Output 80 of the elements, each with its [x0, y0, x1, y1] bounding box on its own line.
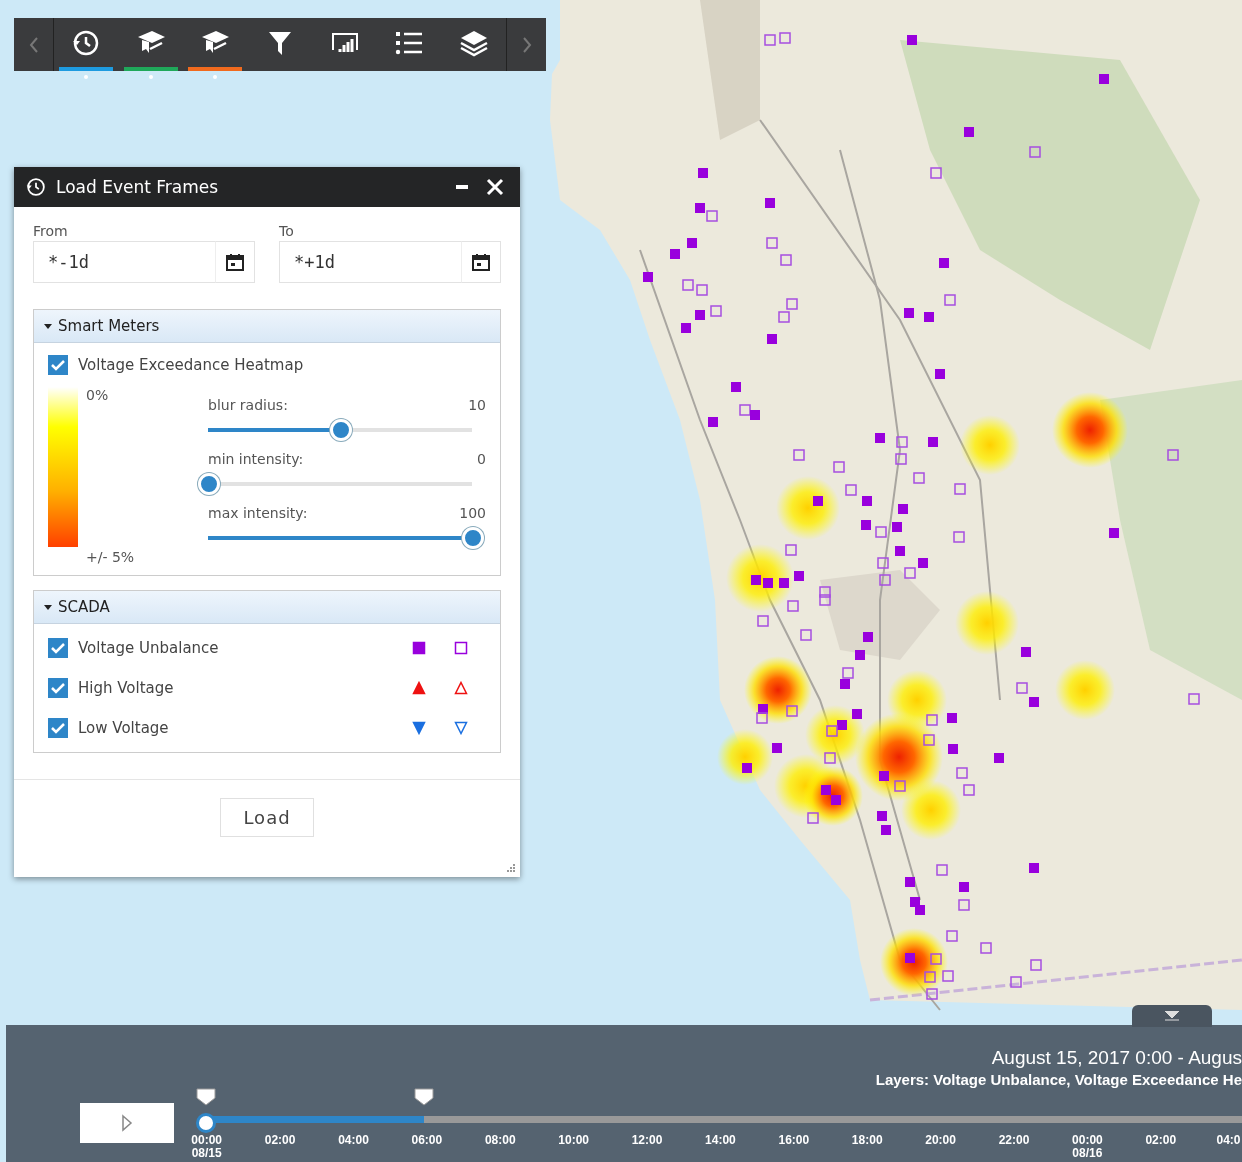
filter-icon: [267, 29, 292, 56]
tick-label: 22:00: [998, 1134, 1030, 1147]
slider-label: min intensity:: [208, 451, 304, 467]
tick-label: 02:00: [1145, 1134, 1177, 1147]
tick-label: 00:00: [191, 1134, 223, 1147]
slider-label: max intensity:: [208, 505, 308, 521]
resize-grip-icon[interactable]: [506, 863, 516, 873]
checkbox[interactable]: [48, 638, 68, 658]
heatmap-spot: [880, 928, 948, 996]
time-range-title: August 15, 2017 0:00 - Augus: [991, 1047, 1242, 1069]
slider-label: blur radius:: [208, 397, 288, 413]
collapse-button[interactable]: [1132, 1005, 1212, 1027]
caret-down-icon: [1165, 1011, 1179, 1021]
checkbox[interactable]: [48, 355, 68, 375]
slider-thumb[interactable]: [198, 473, 220, 495]
legend-label: +/- 5%: [86, 549, 135, 565]
tick-label: 10:00: [558, 1134, 589, 1147]
map-markers-drawing[interactable]: [643, 32, 1200, 1000]
play-icon: [121, 1114, 133, 1132]
calendar-button[interactable]: [215, 241, 255, 283]
time-slider-thumb[interactable]: [196, 1113, 216, 1133]
indicator-dot: [213, 75, 218, 79]
load-button[interactable]: Load: [220, 798, 314, 837]
checkbox-label: Voltage Unbalance: [78, 639, 220, 657]
list-icon: [394, 29, 425, 56]
caret-icon[interactable]: [44, 604, 52, 610]
indicator-dot: [148, 75, 153, 79]
checkbox-label: High Voltage: [78, 679, 175, 697]
heatmap-spot: [960, 415, 1020, 475]
tick-label: 00:00: [1072, 1134, 1103, 1147]
tick-date: 08/16: [1072, 1147, 1103, 1160]
date-field[interactable]: *-1d: [33, 241, 215, 283]
tick-label: 14:00: [705, 1134, 736, 1147]
chevron-right-icon: [521, 35, 532, 54]
slider-value: 10: [468, 397, 486, 413]
field-label: To: [279, 223, 295, 239]
section-title: SCADA: [58, 598, 110, 616]
section-header[interactable]: Smart Meters: [34, 310, 500, 343]
panel-title: Load Event Frames: [56, 177, 220, 197]
tick-label: 06:00: [411, 1134, 443, 1147]
section-header[interactable]: SCADA: [34, 591, 500, 624]
tick-label: 04:0: [1216, 1134, 1241, 1147]
slider-value: 100: [459, 505, 486, 521]
heatmap-spot: [717, 729, 773, 785]
checkbox[interactable]: [48, 718, 68, 738]
calendar-button[interactable]: [461, 241, 501, 283]
heatmap-spot: [776, 476, 840, 540]
history-icon: [26, 177, 46, 197]
checkbox-label: Low Voltage: [78, 719, 170, 737]
tick-label: 12:00: [631, 1134, 663, 1147]
heatmap-spot: [726, 544, 794, 612]
checkbox[interactable]: [48, 678, 68, 698]
checkbox-label: Voltage Exceedance Heatmap: [78, 356, 304, 374]
tick-label: 16:00: [778, 1134, 810, 1147]
tick-label: 04:00: [338, 1134, 369, 1147]
tick-label: 02:00: [264, 1134, 296, 1147]
date-field[interactable]: *+1d: [279, 241, 461, 283]
tick-label: 18:00: [851, 1134, 883, 1147]
legend-label: 0%: [86, 387, 110, 403]
slider-value: 0: [477, 451, 486, 467]
range-end-handle-icon[interactable]: [413, 1088, 434, 1106]
heatmap-spot: [744, 656, 812, 724]
range-start-handle-icon[interactable]: [196, 1088, 216, 1106]
slider-thumb[interactable]: [330, 419, 352, 441]
history-icon: [72, 28, 101, 57]
tick-date: 08/15: [191, 1147, 222, 1160]
indicator-dot: [84, 75, 89, 79]
heatmap-spot: [955, 591, 1019, 655]
chevron-left-icon: [28, 35, 39, 54]
slider-thumb[interactable]: [462, 527, 484, 549]
field-label: From: [33, 223, 69, 239]
layers-icon: [459, 28, 488, 57]
heatmap-spot: [1055, 660, 1115, 720]
calendar-icon[interactable]: [472, 253, 490, 271]
tick-label: 08:00: [484, 1134, 516, 1147]
layers-text: Layers: Voltage Unbalance, Voltage Exceedance He: [875, 1071, 1242, 1088]
calendar-icon[interactable]: [226, 253, 244, 271]
section-title: Smart Meters: [58, 317, 160, 335]
tick-label: 20:00: [925, 1134, 956, 1147]
caret-icon[interactable]: [44, 323, 52, 329]
